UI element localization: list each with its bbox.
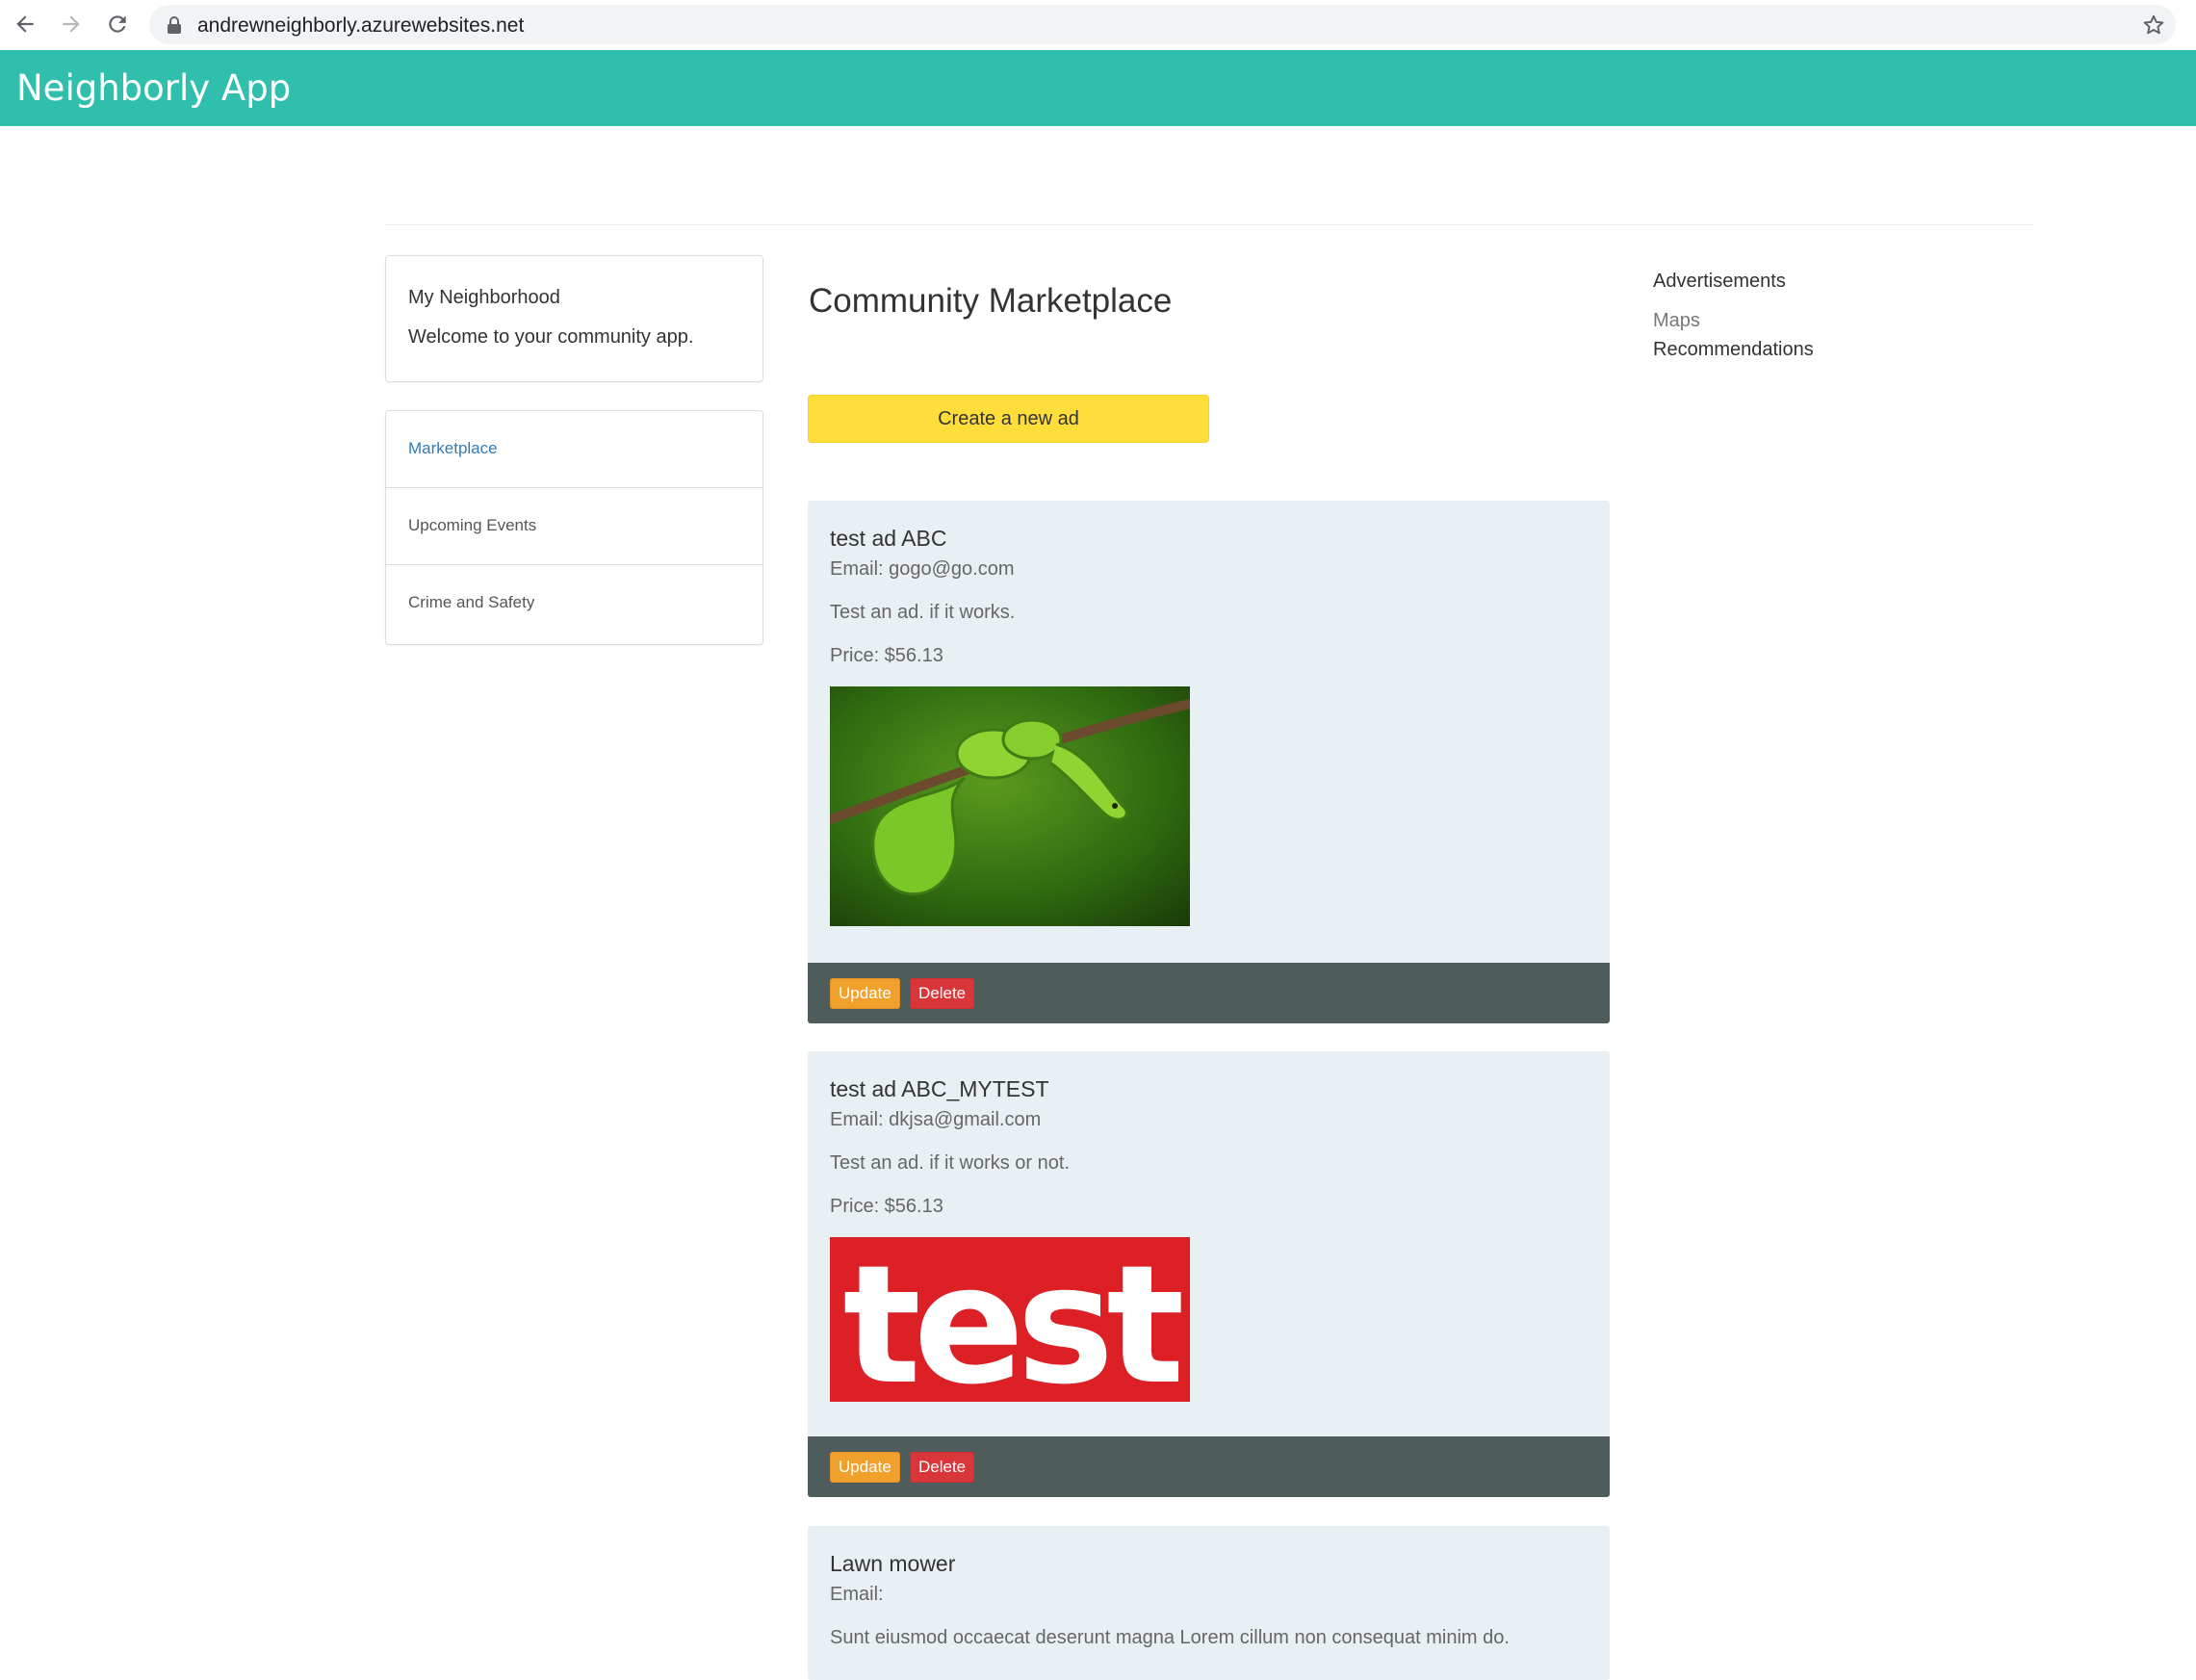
ad-actions: Update Delete	[808, 963, 1610, 1023]
ad-price: Price: $56.13	[830, 645, 943, 666]
ad-email: Email: gogo@go.com	[830, 558, 1015, 580]
app-header: Neighborly App	[0, 50, 2196, 126]
ad-description: Test an ad. if it works.	[830, 602, 1016, 623]
ad-actions: Update Delete	[808, 1436, 1610, 1497]
ad-email: Email:	[830, 1584, 884, 1605]
sidebar-item-label: Upcoming Events	[408, 516, 537, 534]
sidebar-item-marketplace[interactable]: Marketplace	[386, 411, 762, 488]
ad-image-test-logo: test	[830, 1237, 1190, 1402]
advertisements-heading: Advertisements	[1653, 271, 1786, 292]
sidebar-nav: Marketplace Upcoming Events Crime and Sa…	[385, 410, 763, 645]
ad-title: test ad ABC_MYTEST	[830, 1076, 1049, 1101]
sidebar-item-upcoming-events[interactable]: Upcoming Events	[386, 488, 762, 565]
sidebar-item-label: Marketplace	[408, 439, 498, 457]
forward-icon[interactable]	[55, 8, 88, 40]
test-logo-text: test	[842, 1237, 1181, 1402]
reload-icon[interactable]	[101, 8, 134, 40]
bookmark-star-icon[interactable]	[2141, 13, 2166, 38]
ad-description: Test an ad. if it works or not.	[830, 1152, 1070, 1174]
intro-text: Welcome to your community app.	[408, 326, 694, 348]
intro-title: My Neighborhood	[408, 287, 560, 308]
ad-image-snake	[830, 686, 1190, 926]
ad-title: test ad ABC	[830, 526, 947, 551]
back-icon[interactable]	[9, 8, 41, 40]
ad-title: Lawn mower	[830, 1551, 956, 1576]
ad-price: Price: $56.13	[830, 1196, 943, 1217]
update-button[interactable]: Update	[830, 978, 900, 1009]
create-ad-button[interactable]: Create a new ad	[808, 395, 1209, 443]
recommendations-link[interactable]: Recommendations	[1653, 339, 1814, 361]
sidebar-item-crime-and-safety[interactable]: Crime and Safety	[386, 565, 762, 642]
maps-link[interactable]: Maps	[1653, 310, 1700, 332]
sidebar-item-label: Crime and Safety	[408, 593, 535, 611]
delete-button[interactable]: Delete	[910, 1452, 975, 1483]
ad-card: test ad ABC Email: gogo@go.com Test an a…	[808, 501, 1610, 1023]
lock-icon	[168, 16, 181, 34]
ad-card: test ad ABC_MYTEST Email: dkjsa@gmail.co…	[808, 1051, 1610, 1497]
page-title: Community Marketplace	[809, 282, 1173, 320]
address-bar[interactable]: andrewneighborly.azurewebsites.net	[149, 5, 2176, 44]
url-text: andrewneighborly.azurewebsites.net	[197, 14, 525, 37]
ad-card: Lawn mower Email: Sunt eiusmod occaecat …	[808, 1526, 1610, 1680]
update-button[interactable]: Update	[830, 1452, 900, 1483]
ad-description: Sunt eiusmod occaecat deserunt magna Lor…	[830, 1627, 1510, 1648]
browser-toolbar: andrewneighborly.azurewebsites.net	[0, 0, 2196, 50]
brand-link[interactable]: Neighborly App	[16, 67, 291, 109]
delete-button[interactable]: Delete	[910, 978, 975, 1009]
divider	[385, 224, 2034, 225]
intro-panel: My Neighborhood Welcome to your communit…	[385, 255, 763, 382]
ad-email: Email: dkjsa@gmail.com	[830, 1109, 1042, 1130]
